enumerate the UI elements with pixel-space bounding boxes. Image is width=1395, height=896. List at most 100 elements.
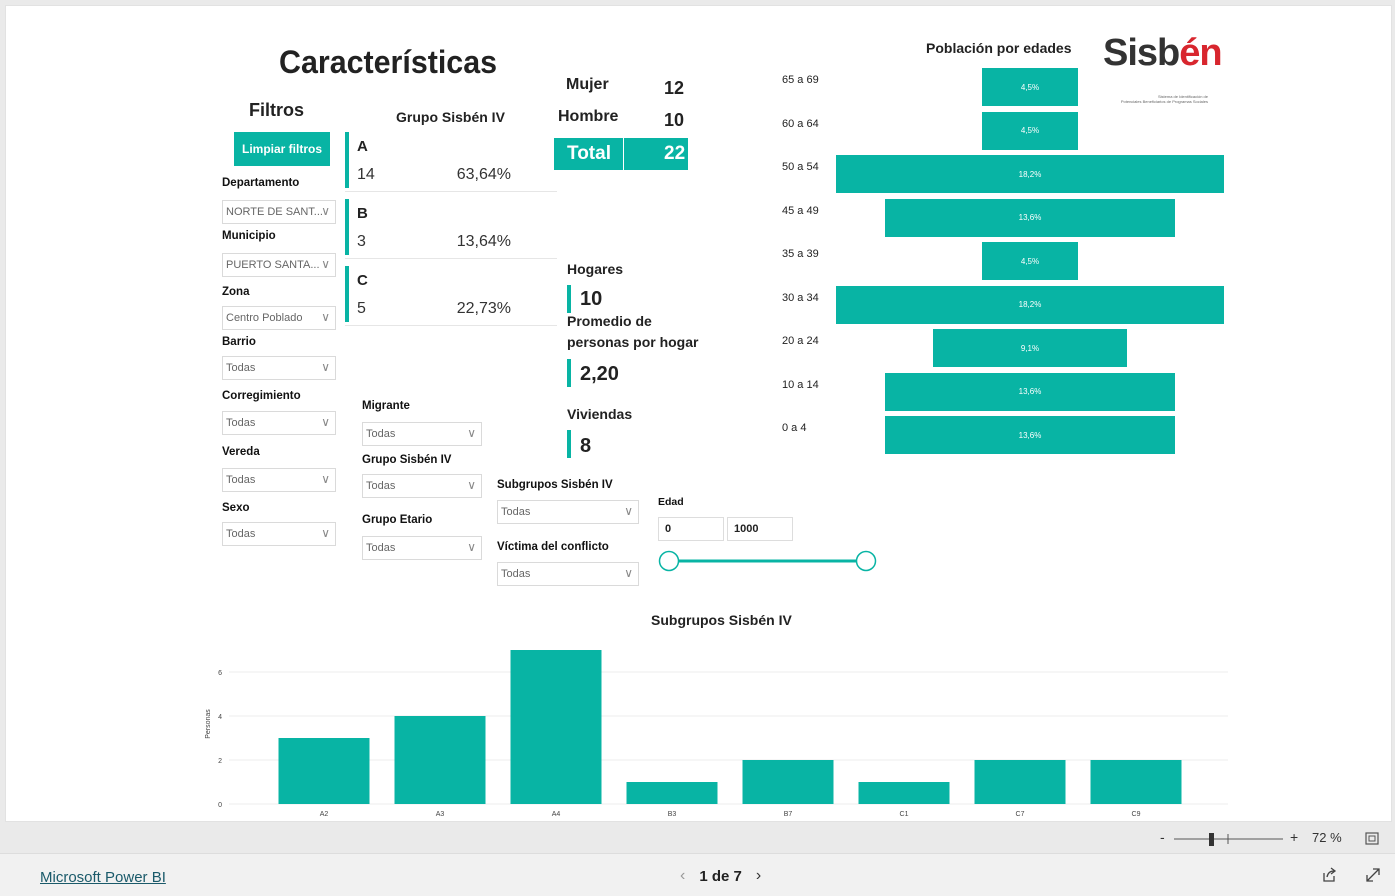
age-category-label: 10 a 14 (782, 378, 819, 391)
age-bar-data-label: 9,1% (1020, 343, 1040, 353)
sisben-logo: Sisbén (1103, 32, 1223, 75)
card-accent-bar (345, 199, 349, 255)
filter-grupo-etario-dropdown[interactable]: Todas ∨ (362, 536, 482, 560)
age-bar[interactable]: 18,2% (836, 155, 1224, 193)
age-bar-data-label: 13,6% (1018, 387, 1042, 396)
filter-migrante-dropdown[interactable]: Todas ∨ (362, 422, 482, 446)
filter-municipio-dropdown[interactable]: PUERTO SANTA... ∨ (222, 253, 336, 277)
y-tick-label: 4 (218, 714, 222, 721)
filter-sexo-label: Sexo (222, 502, 250, 514)
age-bar-data-label: 4,5% (1020, 256, 1040, 266)
group-card-b[interactable]: B 3 13,64% (345, 199, 557, 259)
filter-departamento-dropdown[interactable]: NORTE DE SANT... ∨ (222, 200, 336, 224)
mujer-label: Mujer (566, 76, 609, 93)
age-bar-data-label: 18,2% (1018, 169, 1042, 179)
age-bar[interactable]: 13,6% (885, 198, 1175, 237)
y-tick-label: 2 (218, 758, 222, 765)
zoom-in-button[interactable]: + (1290, 829, 1298, 845)
page-title: Características (279, 44, 498, 80)
fit-to-page-icon[interactable] (1364, 831, 1380, 847)
card-accent-bar (345, 132, 349, 188)
card-letter: B (357, 205, 368, 222)
edad-range-slider[interactable] (656, 546, 881, 576)
x-tick-label: C7 (1016, 811, 1025, 818)
hogares-value: 10 (580, 288, 603, 310)
slider-max-handle[interactable] (855, 550, 877, 572)
power-bi-link[interactable]: Microsoft Power BI (40, 869, 166, 886)
age-bar[interactable]: 4,5% (982, 242, 1078, 280)
slider-min-handle[interactable] (658, 550, 680, 572)
pager: ‹ 1 de 7 › (680, 867, 761, 885)
bar-a3[interactable] (394, 716, 486, 804)
group-card-c[interactable]: C 5 22,73% (345, 266, 557, 326)
group-card-a[interactable]: A 14 63,64% (345, 132, 557, 192)
age-category-label: 0 a 4 (782, 422, 807, 434)
filter-zona-dropdown[interactable]: Centro Poblado ∨ (222, 306, 336, 330)
zoom-out-button[interactable]: - (1160, 829, 1165, 845)
filter-subgrupos-dropdown[interactable]: Todas ∨ (497, 500, 639, 524)
viviendas-label: Viviendas (567, 406, 633, 422)
chevron-down-icon: ∨ (467, 426, 476, 440)
filter-departamento-label: Departamento (222, 177, 300, 189)
filter-sexo-dropdown[interactable]: Todas ∨ (222, 522, 336, 546)
bar-b7[interactable] (742, 760, 834, 804)
filter-corregimiento-dropdown[interactable]: Todas ∨ (222, 411, 336, 435)
age-category-label: 45 a 49 (782, 204, 819, 217)
bar-c1[interactable] (858, 782, 950, 804)
edad-min-input[interactable]: 0 (658, 517, 724, 541)
total-separator (623, 138, 624, 170)
filter-victima-dropdown[interactable]: Todas ∨ (497, 562, 639, 586)
age-bar[interactable]: 13,6% (885, 416, 1175, 454)
x-tick-label: A2 (320, 811, 329, 818)
report-canvas: Características Sisbén Sistema de Identi… (5, 5, 1392, 822)
zoom-slider[interactable] (1170, 830, 1285, 848)
edad-max-input[interactable]: 1000 (727, 517, 793, 541)
subgroups-bar-chart: 0 2 4 6 Personas A2 A3 A4 B3 B7 C1 C7 C9 (205, 650, 1228, 818)
zoom-level[interactable]: 72 % (1312, 830, 1342, 845)
hogares-label: Hogares (567, 261, 624, 277)
bar-b3[interactable] (626, 782, 718, 804)
filter-grupo-etario-value: Todas (366, 542, 396, 554)
next-page-icon[interactable]: › (756, 867, 761, 885)
promedio-label-2: personas por hogar (567, 334, 699, 350)
filter-zona-label: Zona (222, 286, 250, 298)
chevron-down-icon: ∨ (467, 478, 476, 492)
filter-grupo-sisben-label: Grupo Sisbén IV (362, 454, 452, 466)
filter-vereda-dropdown[interactable]: Todas ∨ (222, 468, 336, 492)
viviendas-value: 8 (580, 435, 592, 457)
age-bar-data-label: 18,2% (1018, 300, 1042, 309)
bar-a2[interactable] (278, 738, 370, 804)
age-bar[interactable]: 4,5% (982, 68, 1078, 106)
filter-vereda-label: Vereda (222, 446, 260, 458)
clear-filters-button[interactable]: Limpiar filtros (234, 132, 330, 166)
age-bar[interactable]: 4,5% (982, 111, 1078, 150)
y-tick-label: 0 (218, 802, 222, 809)
card-count: 3 (357, 233, 366, 250)
bar-c9[interactable] (1090, 760, 1182, 804)
fullscreen-icon[interactable] (1364, 866, 1382, 884)
page-indicator: 1 de 7 (699, 867, 742, 885)
age-bar[interactable]: 18,2% (836, 285, 1224, 324)
filter-grupo-sisben-dropdown[interactable]: Todas ∨ (362, 474, 482, 498)
logo-tagline-line-2: Potenciales Beneficiarios de Programas S… (1120, 99, 1208, 104)
filter-corregimiento-label: Corregimiento (222, 390, 301, 402)
filter-barrio-value: Todas (226, 362, 256, 374)
filter-subgrupos-value: Todas (501, 506, 531, 518)
card-letter: A (357, 138, 368, 155)
promedio-accent-bar (567, 359, 571, 387)
share-icon[interactable] (1320, 866, 1338, 884)
bar-c7[interactable] (974, 760, 1066, 804)
filter-barrio-dropdown[interactable]: Todas ∨ (222, 356, 336, 380)
y-axis-label: Personas (205, 709, 212, 739)
filter-sexo-value: Todas (226, 528, 256, 540)
age-category-label: 50 a 54 (782, 161, 819, 173)
previous-page-icon[interactable]: ‹ (680, 867, 685, 885)
filter-vereda-value: Todas (226, 474, 256, 486)
x-tick-label: B7 (784, 811, 793, 818)
age-bar[interactable]: 9,1% (933, 329, 1127, 367)
x-tick-label: B3 (668, 811, 677, 818)
bar-a4[interactable] (510, 650, 602, 804)
chevron-down-icon: ∨ (321, 360, 330, 374)
age-bar[interactable]: 13,6% (885, 372, 1175, 411)
zoom-thumb[interactable] (1209, 833, 1214, 846)
